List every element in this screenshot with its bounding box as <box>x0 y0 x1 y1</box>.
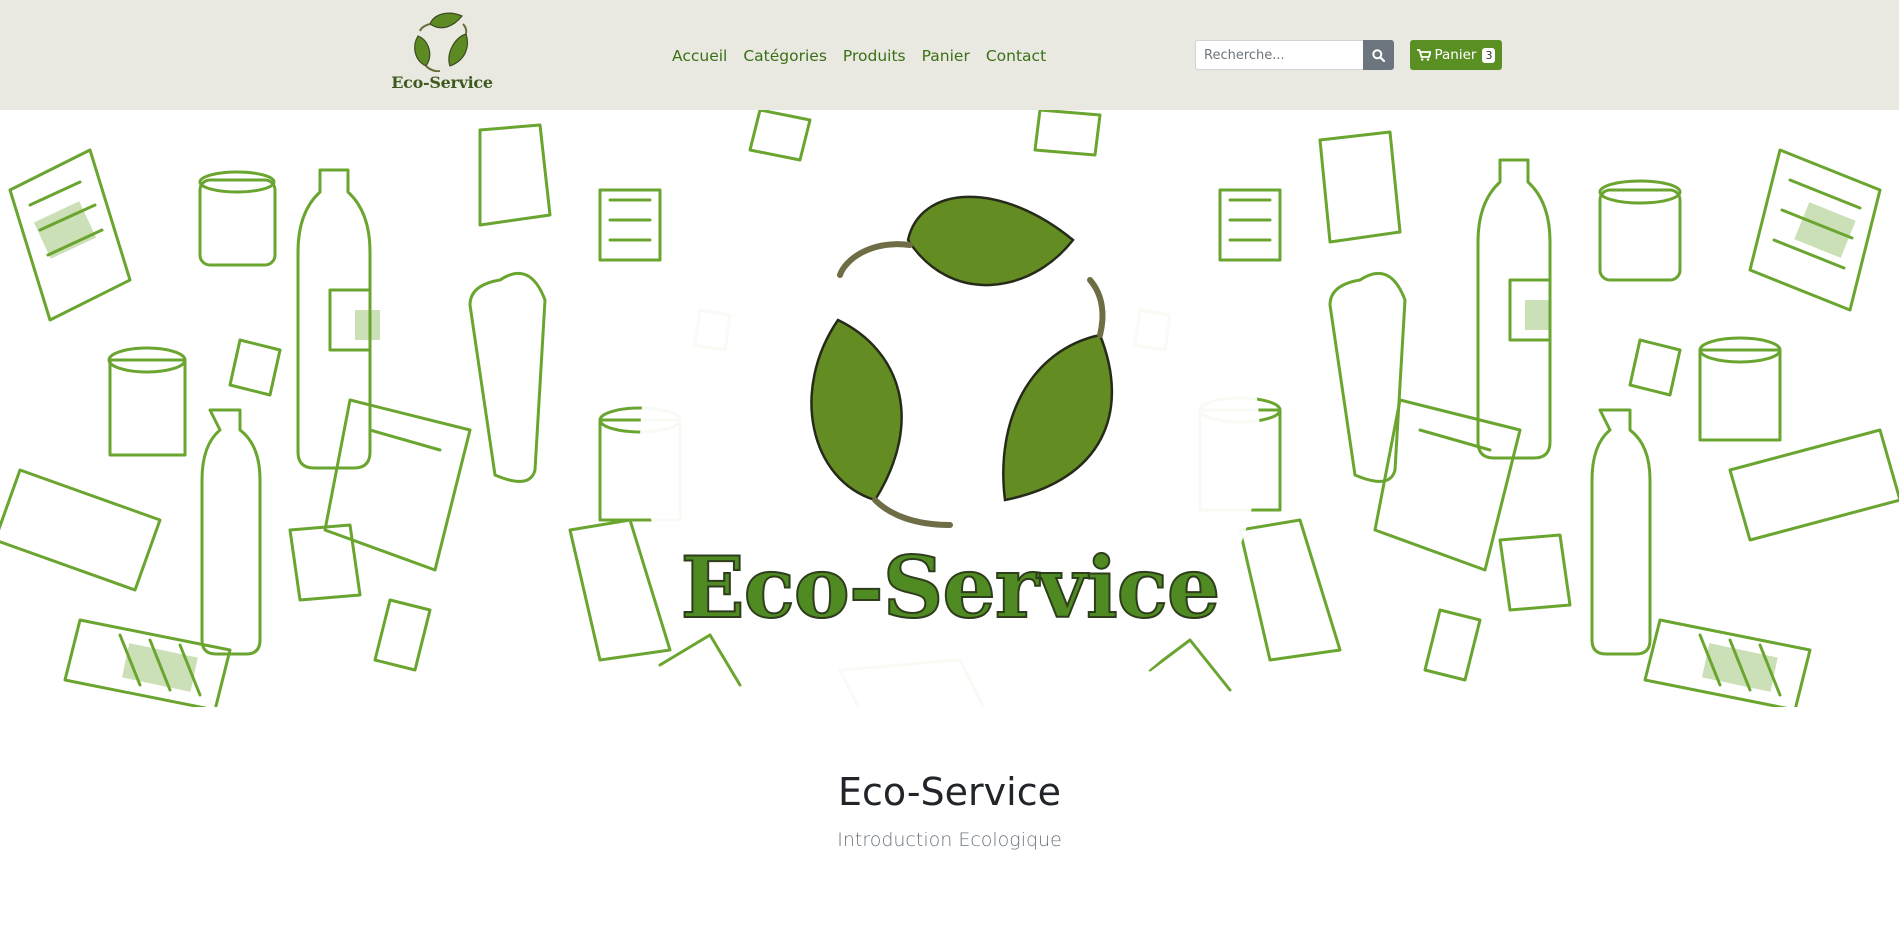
nav-link-produits[interactable]: Produits <box>843 47 906 65</box>
search-form <box>1195 40 1394 70</box>
nav-link-categories[interactable]: Catégories <box>743 47 827 65</box>
main-nav: Accueil Catégories Produits Panier Conta… <box>672 44 1046 68</box>
brand-name: Eco-Service <box>391 73 493 92</box>
page-subtitle: Introduction Ecologique <box>837 829 1062 851</box>
cart-button[interactable]: Panier 3 <box>1410 40 1502 70</box>
top-navbar: Eco-Service Accueil Catégories Produits … <box>0 0 1899 110</box>
search-button[interactable] <box>1363 40 1394 70</box>
page-title: Eco-Service <box>837 770 1061 814</box>
nav-link-accueil[interactable]: Accueil <box>672 47 727 65</box>
shopping-cart-icon <box>1416 49 1431 61</box>
cart-label: Panier <box>1434 47 1477 63</box>
hero-banner: Eco-Service <box>0 110 1899 707</box>
nav-link-panier[interactable]: Panier <box>922 47 970 65</box>
search-icon <box>1372 48 1385 62</box>
cart-count-badge: 3 <box>1482 47 1496 63</box>
nav-link-contact[interactable]: Contact <box>986 47 1046 65</box>
search-input[interactable] <box>1195 40 1363 70</box>
hero-title: Eco-Service <box>680 537 1222 638</box>
recycle-leaves-icon <box>414 12 469 72</box>
recycle-leaves-icon <box>810 195 1114 528</box>
brand-logo-link[interactable]: Eco-Service <box>390 10 494 98</box>
